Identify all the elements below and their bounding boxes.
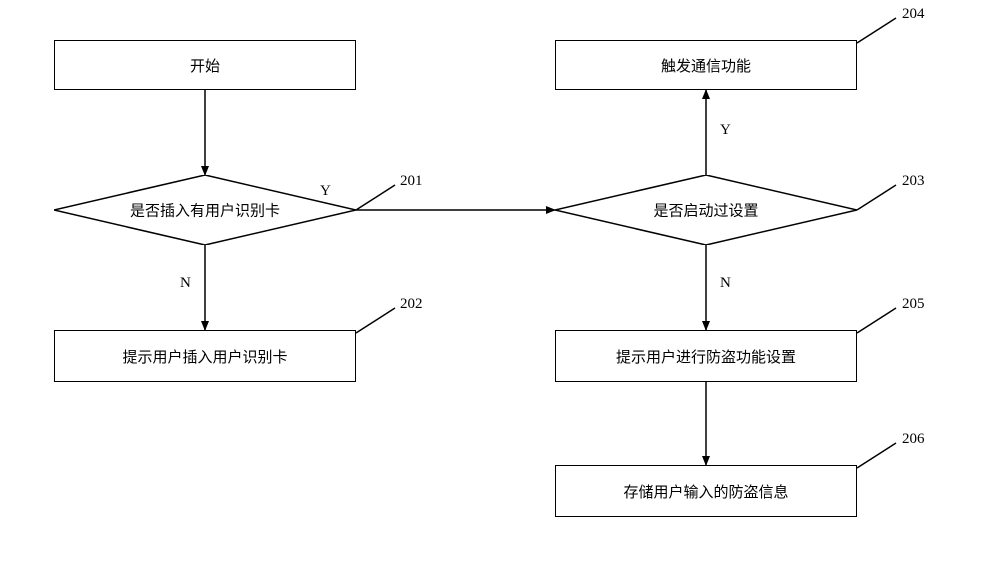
flow-node-205: 提示用户进行防盗功能设置 xyxy=(555,330,857,382)
flow-node-202: 提示用户插入用户识别卡 xyxy=(54,330,356,382)
flow-node-203-label: 是否启动过设置 xyxy=(653,200,758,221)
flow-node-204: 触发通信功能 xyxy=(555,40,857,90)
flow-node-206: 存储用户输入的防盗信息 xyxy=(555,465,857,517)
flow-node-201-label: 是否插入有用户识别卡 xyxy=(130,200,280,221)
flow-node-204-label: 触发通信功能 xyxy=(661,55,751,76)
flow-node-202-label: 提示用户插入用户识别卡 xyxy=(122,346,287,367)
ref-203: 203 xyxy=(902,173,925,190)
flow-node-206-label: 存储用户输入的防盗信息 xyxy=(623,481,788,502)
edge-label-203-y: Y xyxy=(720,122,731,139)
edge-label-203-n: N xyxy=(720,275,731,292)
ref-205: 205 xyxy=(902,296,925,313)
ref-204: 204 xyxy=(902,6,925,23)
flow-node-203: 是否启动过设置 xyxy=(555,175,857,245)
flow-node-205-label: 提示用户进行防盗功能设置 xyxy=(616,346,796,367)
edge-label-201-y: Y xyxy=(320,183,331,200)
flow-node-start-label: 开始 xyxy=(190,55,220,76)
edge-label-201-n: N xyxy=(180,275,191,292)
ref-206: 206 xyxy=(902,431,925,448)
flow-node-201: 是否插入有用户识别卡 xyxy=(54,175,356,245)
flow-node-start: 开始 xyxy=(54,40,356,90)
ref-201: 201 xyxy=(400,173,423,190)
ref-202: 202 xyxy=(400,296,423,313)
